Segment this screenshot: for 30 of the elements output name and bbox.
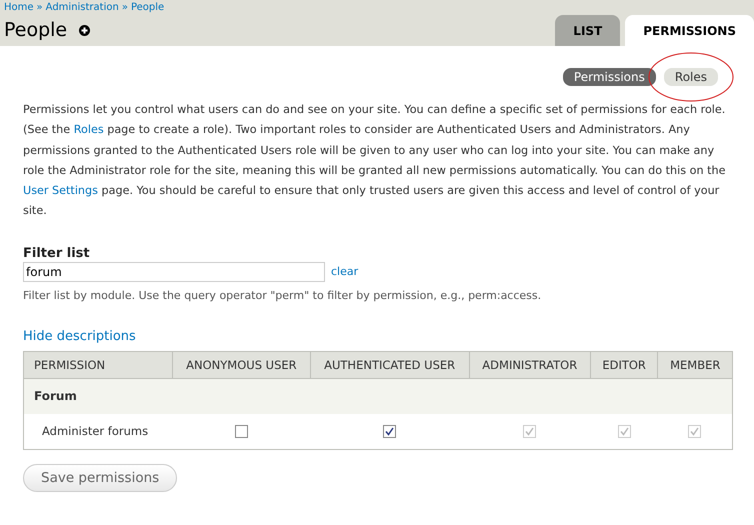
column-header: ADMINISTRATOR	[469, 351, 590, 378]
hide-descriptions-link[interactable]: Hide descriptions	[23, 328, 136, 344]
add-icon[interactable]	[79, 24, 90, 36]
column-header: EDITOR	[590, 351, 658, 378]
breadcrumb-separator: »	[122, 2, 128, 14]
page-title: People	[4, 19, 68, 41]
secondary-tab[interactable]: Permissions	[562, 68, 656, 86]
tab[interactable]: LIST	[555, 15, 620, 46]
checkbox[interactable]	[234, 425, 248, 438]
tab[interactable]: PERMISSIONS	[625, 15, 754, 46]
group-cell: Forum	[24, 378, 732, 414]
checkbox[interactable]	[383, 425, 396, 438]
description-link[interactable]: Roles	[74, 123, 104, 136]
permission-name: Administer forums	[24, 414, 173, 450]
breadcrumb-link[interactable]: People	[130, 2, 164, 14]
description-link[interactable]: User Settings	[23, 184, 98, 198]
column-header: MEMBER	[658, 351, 732, 378]
filter-help-text: Filter list by module. Use the query operator "perm" to filter by permission, e.g., perm:access.	[23, 288, 542, 302]
column-header: ANONYMOUS USER	[172, 351, 310, 378]
filter-label: Filter list	[23, 246, 91, 261]
breadcrumb-link[interactable]: Administration	[46, 2, 119, 14]
save-permissions-button[interactable]: Save permissions	[23, 464, 178, 492]
secondary-tab[interactable]: Roles	[664, 68, 718, 86]
description-paragraph: Permissions let you control what users can do and see on your site. You can define a specific set of permissions for each role. (See the Roles page to create a role). Two important roles to consider are Authenticated Users and Administrators. Any permissions granted to the Authenticated Users role will be given to any user who can log into your site. You can make any role the Administrator role for the site, meaning this will be granted all new permissions automatically. You can do this on the User Settings page. You should be careful to ensure that only trusted users are given this access and level of control of your site.	[23, 102, 726, 220]
filter-input[interactable]: forum	[23, 262, 325, 282]
breadcrumb-separator: »	[36, 2, 43, 14]
clear-link[interactable]: clear	[331, 265, 358, 278]
breadcrumb-link[interactable]: Home	[4, 2, 34, 14]
column-header: PERMISSION	[24, 351, 173, 378]
column-header: AUTHENTICATED USER	[310, 351, 470, 378]
